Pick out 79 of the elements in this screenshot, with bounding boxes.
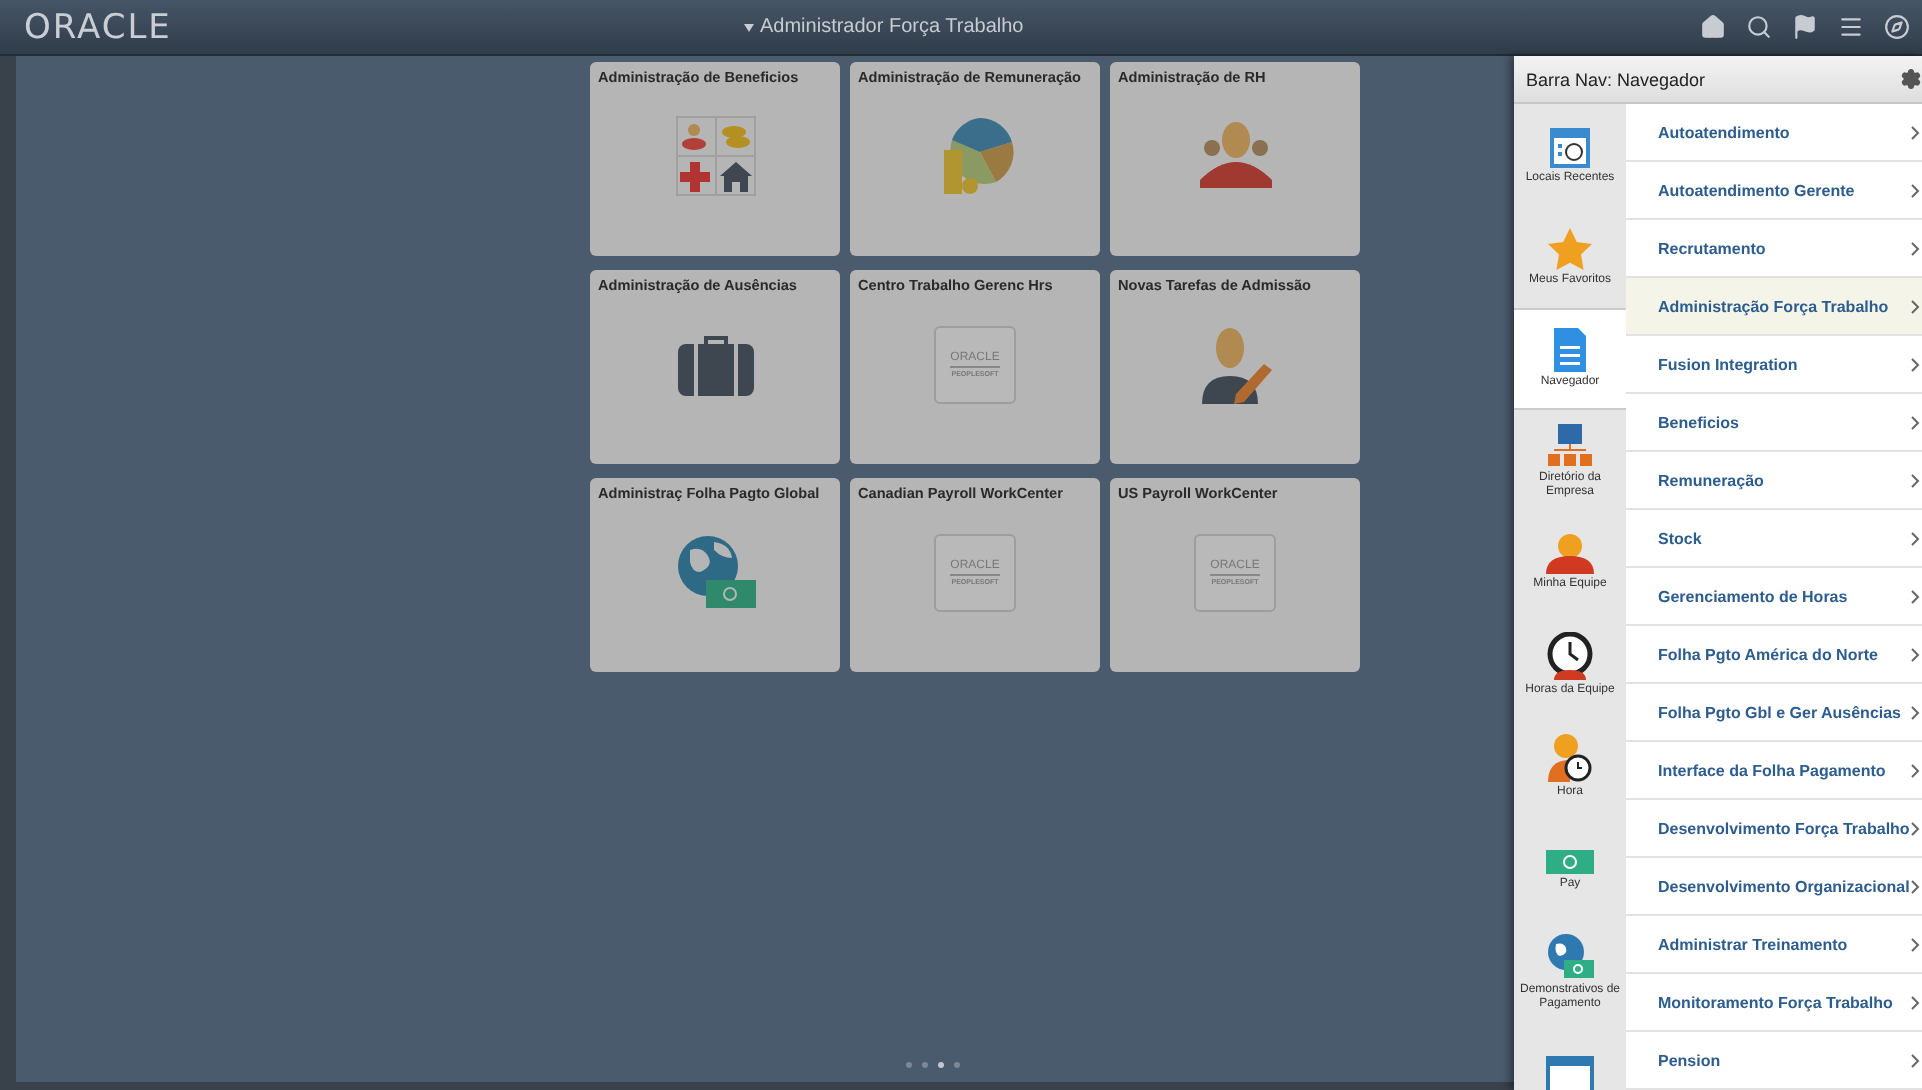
- globe-money-icon: [1546, 931, 1594, 980]
- nav-item-label: Administração Força Trabalho: [1658, 297, 1889, 315]
- nav-item-label: Desenvolvimento Força Trabalho: [1658, 819, 1910, 837]
- chevron-icon: [1909, 183, 1920, 197]
- chevron-icon: [1909, 763, 1920, 777]
- chevron-icon: [1909, 647, 1920, 661]
- chevron-icon: [1909, 125, 1920, 139]
- person-clock-icon: [1548, 734, 1592, 783]
- money-icon: [1546, 846, 1594, 875]
- nav-item-label: Pension: [1658, 1051, 1721, 1069]
- nav-item[interactable]: Administrar Treinamento: [1626, 916, 1922, 974]
- page-dot[interactable]: [922, 1062, 928, 1068]
- nav-item[interactable]: Gerenciamento de Horas: [1626, 568, 1922, 626]
- calendar-clock-icon: [1550, 124, 1590, 169]
- team-icon: [1546, 534, 1594, 575]
- nav-title: Barra Nav: Navegador: [1526, 69, 1706, 89]
- org-chart-icon: [1548, 423, 1592, 468]
- page-dot[interactable]: [906, 1062, 912, 1068]
- nav-item-label: Monitoramento Força Trabalho: [1658, 993, 1893, 1011]
- nav-item[interactable]: Autoatendimento Gerente: [1626, 162, 1922, 220]
- document-icon: [1554, 328, 1586, 373]
- nav-item[interactable]: Remuneração: [1626, 452, 1922, 510]
- chevron-icon: [1909, 531, 1920, 545]
- nav-item-label: Recrutamento: [1658, 239, 1766, 257]
- chevron-icon: [1909, 589, 1920, 603]
- settings-icon[interactable]: [1900, 68, 1922, 90]
- nav-item[interactable]: Stock: [1626, 510, 1922, 568]
- page-dot[interactable]: [954, 1062, 960, 1068]
- benefits-grid-icon: [675, 116, 755, 196]
- nav-item[interactable]: Pension: [1626, 1032, 1922, 1090]
- chevron-icon: [1909, 415, 1920, 429]
- nav-item-label: Autoatendimento Gerente: [1658, 181, 1855, 199]
- nav-item[interactable]: Administração Força Trabalho: [1626, 278, 1922, 336]
- chevron-icon: [1909, 705, 1920, 719]
- chevron-icon: [1909, 1053, 1920, 1067]
- window-icon: [1546, 1055, 1594, 1090]
- clock-team-icon: [1546, 632, 1594, 681]
- nav-item-label: Folha Pgto Gbl e Ger Ausências: [1658, 703, 1902, 721]
- nav-item-label: Fusion Integration: [1658, 355, 1798, 373]
- nav-item[interactable]: Recrutamento: [1626, 220, 1922, 278]
- nav-item-label: Remuneração: [1658, 471, 1764, 489]
- nav-item[interactable]: Monitoramento Força Trabalho: [1626, 974, 1922, 1032]
- chevron-icon: [1909, 241, 1920, 255]
- nav-item[interactable]: Fusion Integration: [1626, 336, 1922, 394]
- nav-item[interactable]: Desenvolvimento Força Trabalho: [1626, 800, 1922, 858]
- nav-item-label: Interface da Folha Pagamento: [1658, 761, 1886, 779]
- nav-item-label: Administrar Treinamento: [1658, 935, 1848, 953]
- compass-icon[interactable]: [1884, 14, 1910, 40]
- nav-item-label: Desenvolvimento Organizacional: [1658, 877, 1910, 895]
- chevron-icon: [1909, 299, 1920, 313]
- search-icon[interactable]: [1746, 14, 1772, 40]
- chevron-icon: [1909, 473, 1920, 487]
- home-icon[interactable]: [1700, 14, 1726, 40]
- nav-item[interactable]: Beneficios: [1626, 394, 1922, 452]
- chevron-icon: [1909, 879, 1920, 893]
- nav-item-label: Beneficios: [1658, 413, 1739, 431]
- nav-item-label: Autoatendimento: [1658, 123, 1790, 141]
- menu-icon[interactable]: [1838, 14, 1864, 40]
- nav-item[interactable]: Folha Pgto Gbl e Ger Ausências: [1626, 684, 1922, 742]
- flag-icon[interactable]: [1792, 14, 1818, 40]
- nav-item-label: Gerenciamento de Horas: [1658, 587, 1848, 605]
- nav-item[interactable]: Folha Pgto América do Norte: [1626, 626, 1922, 684]
- star-icon: [1548, 227, 1592, 270]
- globe-money-icon: [673, 532, 757, 612]
- page-title[interactable]: Administrador Força Trabalho: [760, 16, 1024, 38]
- chevron-icon: [1909, 937, 1920, 951]
- page-dot[interactable]: [938, 1062, 944, 1068]
- oracle-logo: ORACLE: [24, 7, 174, 47]
- chevron-icon: [1909, 821, 1920, 835]
- nav-item[interactable]: Autoatendimento: [1626, 104, 1922, 162]
- caret-icon[interactable]: [744, 23, 754, 31]
- nav-item[interactable]: Desenvolvimento Organizacional: [1626, 858, 1922, 916]
- nav-item[interactable]: Interface da Folha Pagamento: [1626, 742, 1922, 800]
- briefcase-icon: [677, 332, 753, 396]
- chevron-icon: [1909, 357, 1920, 371]
- nav-item-label: Folha Pgto América do Norte: [1658, 645, 1878, 663]
- people-group-icon: [1195, 120, 1275, 192]
- nav-item-label: Stock: [1658, 529, 1702, 547]
- chevron-icon: [1909, 995, 1920, 1009]
